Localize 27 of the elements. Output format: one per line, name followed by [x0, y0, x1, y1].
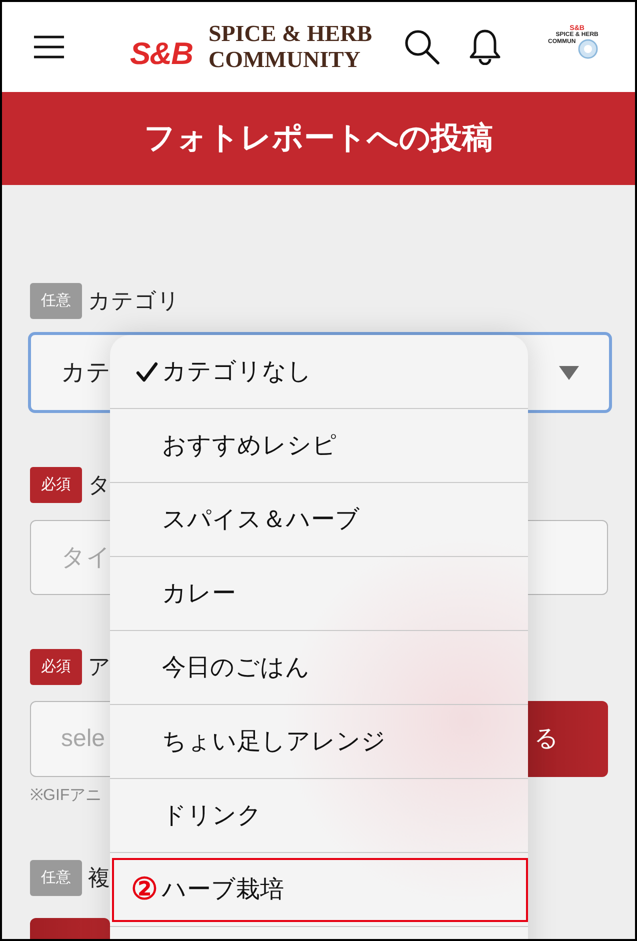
site-name: SPICE & HERB COMMUNITY: [208, 21, 372, 73]
dropdown-option[interactable]: ドリンク: [110, 779, 528, 853]
triangle-down-icon: [559, 366, 579, 380]
menu-icon[interactable]: [34, 35, 64, 59]
badge-circle-icon: [578, 39, 598, 59]
dropdown-option[interactable]: 今日のごはん: [110, 631, 528, 705]
select-file-button[interactable]: る: [528, 701, 608, 777]
field-label: 複: [88, 864, 110, 892]
field-tag: 必須: [30, 649, 82, 685]
field-label: カテゴリ: [88, 287, 180, 315]
brand-logo[interactable]: S&B: [130, 38, 192, 70]
dropdown-option[interactable]: スパイス＆ハーブ: [110, 483, 528, 557]
dropdown-option[interactable]: ちょい足しアレンジ: [110, 705, 528, 779]
field-tag: 必須: [30, 467, 82, 503]
field-label: ア: [88, 653, 111, 681]
field-tag: 任意: [30, 283, 82, 319]
field-label: タ: [88, 471, 111, 499]
bell-icon[interactable]: [468, 29, 502, 65]
dropdown-option[interactable]: カテゴリなし: [110, 335, 528, 409]
page-title: フォトレポートへの投稿: [2, 92, 635, 185]
callout-number: ②: [131, 872, 158, 906]
dropdown-option[interactable]: ② ハーブ栽培: [110, 853, 528, 927]
field-tag: 任意: [30, 860, 82, 896]
dropdown-option[interactable]: おすすめレシピ: [110, 409, 528, 483]
search-icon[interactable]: [404, 29, 440, 65]
file-note: ※GIFアニ: [30, 786, 102, 806]
dropdown-option[interactable]: カレー: [110, 557, 528, 631]
